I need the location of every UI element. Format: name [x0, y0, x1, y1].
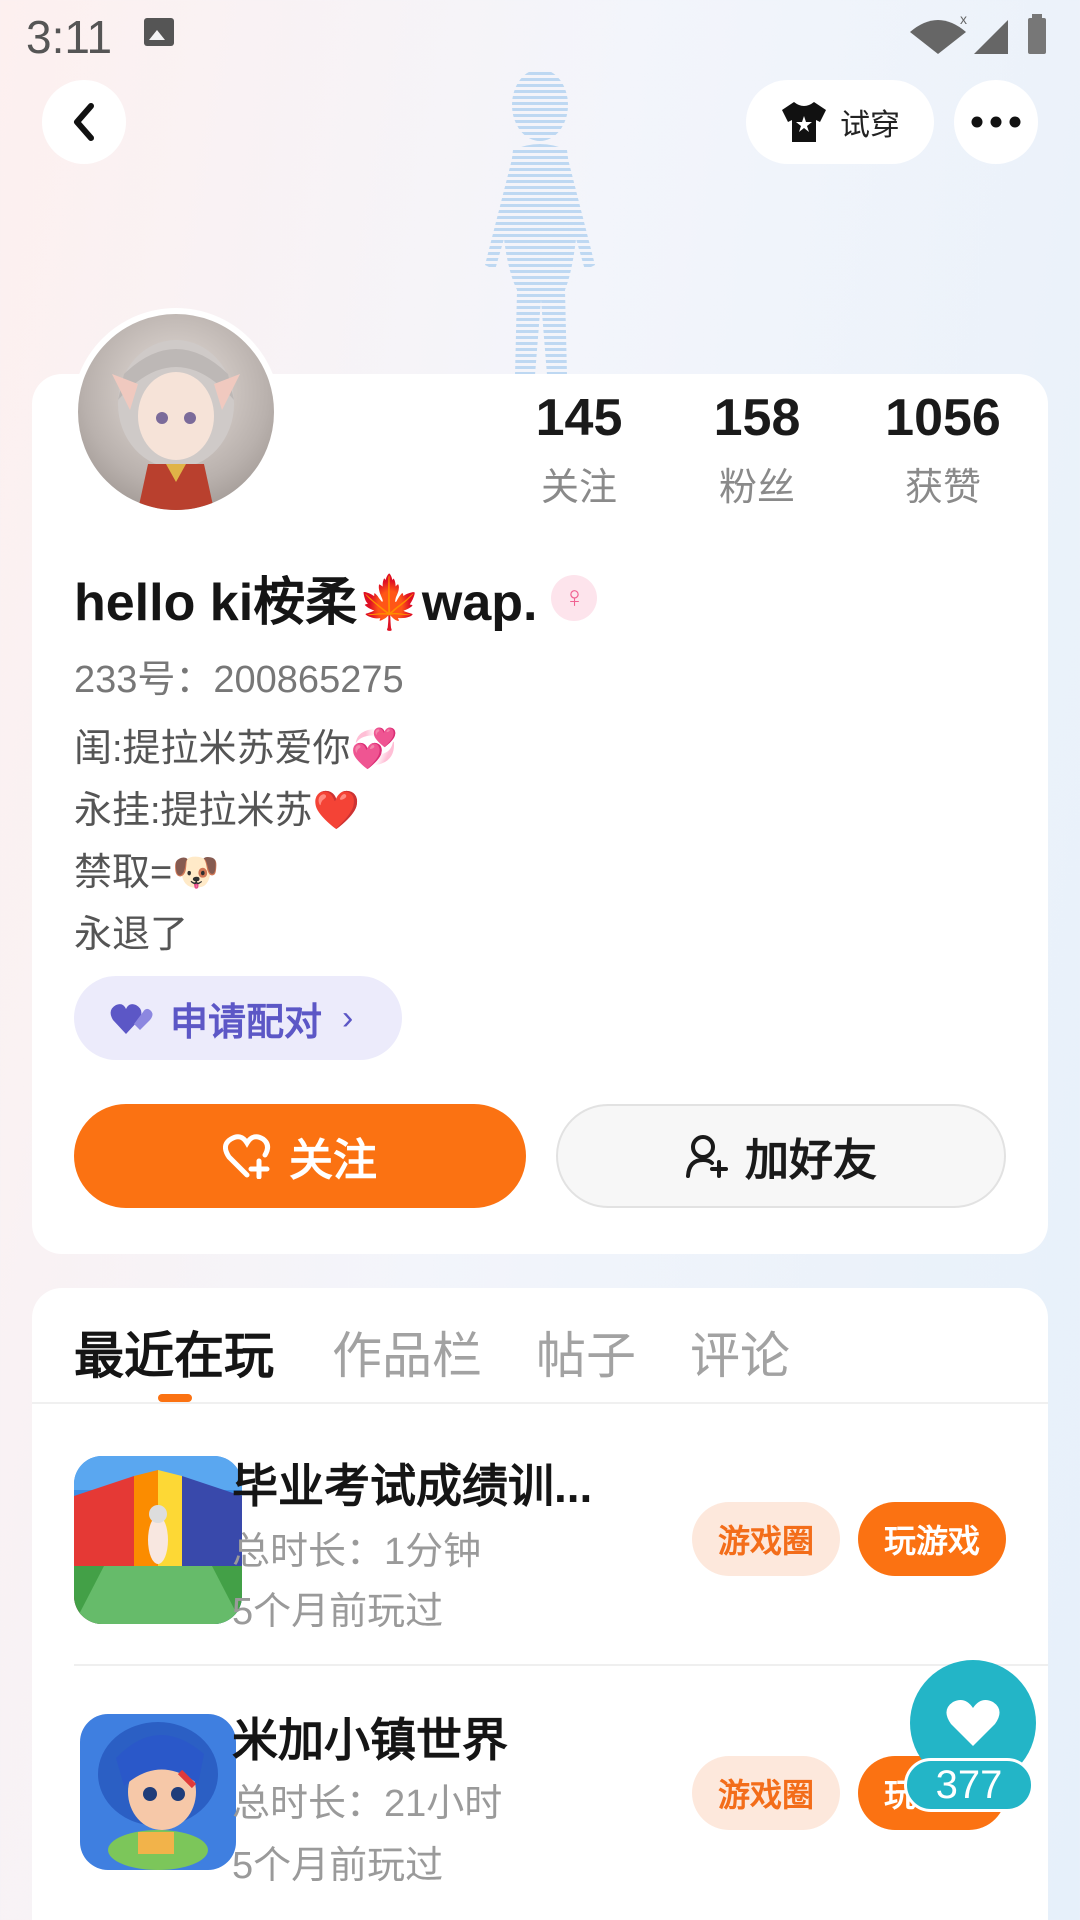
- stat-following-value: 145: [535, 389, 623, 447]
- like-count-badge: 377: [904, 1758, 1034, 1812]
- bio-line: 禁取=🐶: [74, 852, 220, 894]
- battery-icon: [1028, 18, 1046, 54]
- game-last-played: 5个月前玩过: [232, 1591, 444, 1633]
- follow-label: 关注: [289, 1136, 377, 1185]
- heart-icon: [946, 1700, 1000, 1746]
- add-user-icon: [686, 1135, 728, 1178]
- add-friend-label: 加好友: [745, 1136, 877, 1185]
- request-match-button[interactable]: 申请配对 ›: [74, 976, 402, 1060]
- game-circle-button[interactable]: 游戏圈: [692, 1502, 840, 1576]
- avatar-hologram-figure: [485, 69, 595, 375]
- bio-line: 闺:提拉米苏爱你💞: [74, 728, 398, 770]
- chevron-right-icon: ›: [342, 998, 354, 1037]
- rainbow-stairs-icon: [74, 1456, 242, 1624]
- user-id: 233号：200865275: [74, 659, 404, 701]
- bio-line: 永退了: [74, 914, 189, 956]
- image-notification-icon: [144, 18, 174, 46]
- tab-posts[interactable]: 帖子: [536, 1316, 636, 1388]
- stat-following-label: 关注: [540, 467, 617, 509]
- wifi-icon: [910, 20, 966, 54]
- tab-recently-played[interactable]: 最近在玩: [74, 1316, 274, 1388]
- follow-button[interactable]: 关注: [74, 1104, 526, 1208]
- row-divider: [74, 1664, 1048, 1666]
- game-icon-miga-town[interactable]: [80, 1714, 236, 1870]
- request-match-label: 申请配对: [170, 1001, 323, 1044]
- stat-likes[interactable]: 1056 获赞: [858, 388, 1028, 511]
- username-row: hello ki桉柔🍁wap. ♀: [74, 560, 598, 635]
- stat-followers[interactable]: 158 粉丝: [672, 388, 842, 511]
- signal-icon: [974, 20, 1008, 54]
- play-game-button[interactable]: 玩游戏: [858, 1502, 1006, 1576]
- double-heart-icon: [110, 1004, 153, 1034]
- more-dots-icon: [971, 116, 1021, 128]
- try-on-label: 试穿: [840, 109, 900, 142]
- bio: 闺:提拉米苏爱你💞 永挂:提拉米苏❤️ 禁取=🐶 永退了: [74, 718, 398, 966]
- more-button[interactable]: [954, 80, 1038, 164]
- active-tab-indicator: [158, 1394, 192, 1402]
- status-time: 3:11: [26, 11, 113, 63]
- bio-line: 永挂:提拉米苏❤️: [74, 790, 360, 832]
- tshirt-icon: [782, 102, 826, 142]
- game-circle-button[interactable]: 游戏圈: [692, 1756, 840, 1830]
- heart-plus-icon: [223, 1134, 271, 1179]
- stat-followers-value: 158: [713, 389, 801, 447]
- game-duration: 总时长：1分钟: [232, 1531, 482, 1573]
- chevron-left-icon: [74, 103, 94, 141]
- status-icons: x: [910, 12, 1046, 54]
- status-bar: 3:11 x: [0, 0, 1080, 66]
- game-title[interactable]: 米加小镇世界: [232, 1704, 508, 1770]
- no-data-icon: x: [960, 12, 967, 27]
- avatar[interactable]: [72, 308, 280, 516]
- miga-town-icon: [80, 1714, 236, 1870]
- stat-following[interactable]: 145 关注: [494, 388, 664, 511]
- stat-followers-label: 粉丝: [718, 467, 795, 509]
- tab-comments[interactable]: 评论: [690, 1316, 790, 1388]
- try-on-button[interactable]: 试穿: [746, 80, 934, 164]
- avatar-image: [112, 340, 240, 510]
- female-icon: ♀: [551, 574, 598, 621]
- username: hello ki桉柔🍁wap.: [74, 574, 538, 632]
- back-button[interactable]: [42, 80, 126, 164]
- stat-likes-value: 1056: [885, 389, 1001, 447]
- add-friend-button[interactable]: 加好友: [556, 1104, 1006, 1208]
- tabs-divider: [32, 1402, 1048, 1404]
- stat-likes-label: 获赞: [904, 467, 981, 509]
- game-title[interactable]: 毕业考试成绩训...: [232, 1450, 592, 1516]
- game-last-played: 5个月前玩过: [232, 1845, 444, 1887]
- tab-works[interactable]: 作品栏: [332, 1316, 482, 1388]
- game-icon-graduation[interactable]: [74, 1456, 242, 1624]
- game-duration: 总时长：21小时: [232, 1783, 503, 1825]
